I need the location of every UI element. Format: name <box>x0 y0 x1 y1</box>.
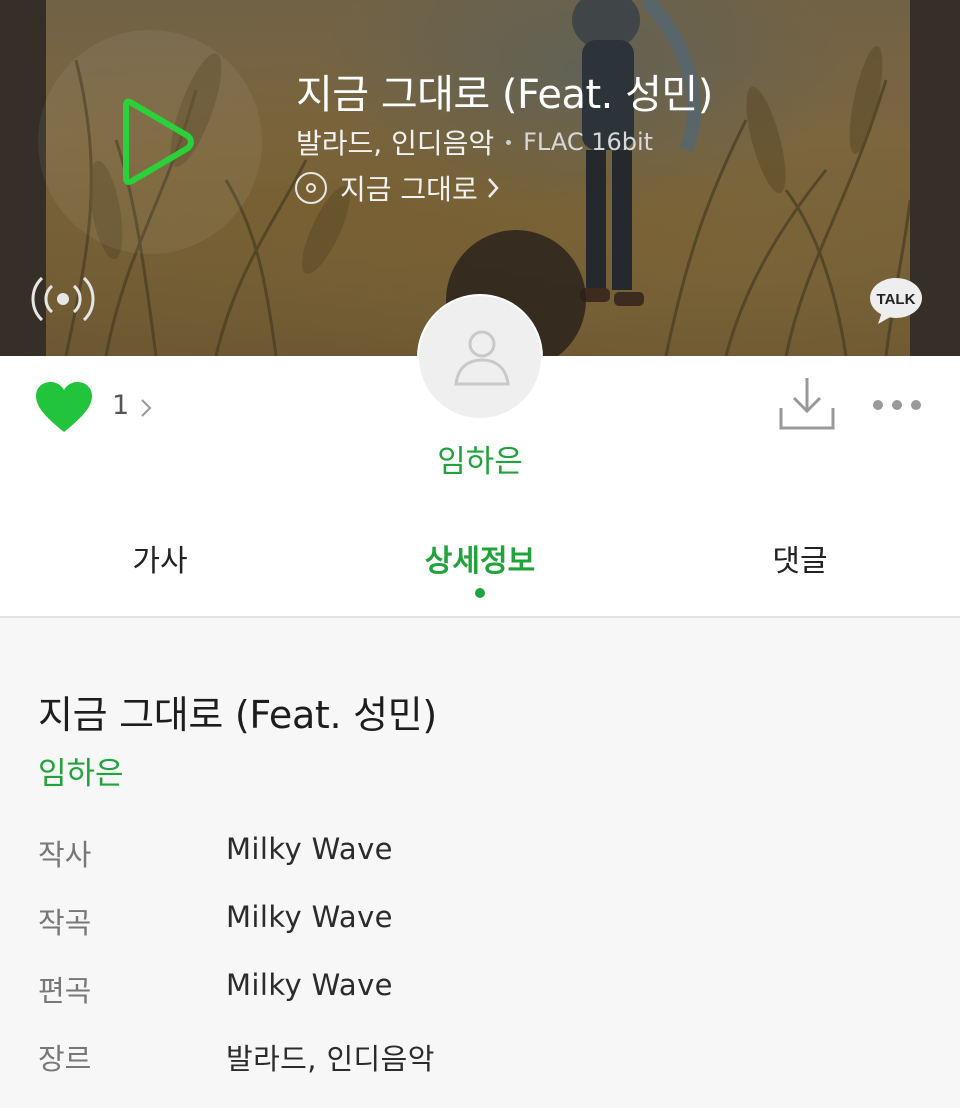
artist-name[interactable]: 임하은 <box>0 436 960 481</box>
broadcast-icon[interactable] <box>30 274 96 324</box>
tab-lyrics[interactable]: 가사 <box>0 536 320 580</box>
detail-tab-bar: 가사 상세정보 댓글 <box>0 530 960 618</box>
play-icon[interactable] <box>118 92 198 192</box>
person-icon <box>454 330 510 386</box>
active-tab-indicator <box>475 588 485 598</box>
audio-quality: FLAC 16bit <box>523 128 654 156</box>
credit-label: 편곡 <box>38 974 92 1008</box>
meta-separator <box>506 139 512 145</box>
like-count[interactable]: 1 <box>112 390 129 421</box>
tab-details[interactable]: 상세정보 <box>320 536 640 580</box>
heart-icon[interactable] <box>34 380 94 434</box>
tab-comments[interactable]: 댓글 <box>640 536 960 580</box>
song-meta: 발라드, 인디음악 FLAC 16bit <box>296 122 653 162</box>
song-genre: 발라드, 인디음악 <box>296 127 495 160</box>
credit-label: 작사 <box>38 838 92 872</box>
disc-icon <box>295 172 327 204</box>
song-title: 지금 그대로 (Feat. 성민) <box>296 72 713 118</box>
credit-value: Milky Wave <box>226 832 393 866</box>
kakao-talk-icon[interactable]: TALK <box>868 276 924 326</box>
song-detail-panel: 지금 그대로 (Feat. 성민) 임하은 작사 Milky Wave 작곡 M… <box>0 620 960 1108</box>
credit-label: 작곡 <box>38 906 92 940</box>
credit-row-arranger: 편곡 Milky Wave <box>38 968 918 1012</box>
credit-value: Milky Wave <box>226 968 393 1002</box>
album-link[interactable]: 지금 그대로 <box>294 168 500 208</box>
album-name: 지금 그대로 <box>340 173 478 206</box>
artist-avatar[interactable] <box>417 294 543 420</box>
credit-label: 장르 <box>38 1042 92 1076</box>
chevron-right-icon <box>487 178 499 198</box>
credit-value: Milky Wave <box>226 900 393 934</box>
credit-value: 발라드, 인디음악 <box>226 1042 435 1076</box>
download-icon[interactable] <box>778 376 836 432</box>
detail-artist-link[interactable]: 임하은 <box>38 748 124 793</box>
svg-text:TALK: TALK <box>877 291 916 308</box>
chevron-right-icon[interactable] <box>140 398 152 418</box>
detail-song-title: 지금 그대로 (Feat. 성민) <box>38 693 437 737</box>
credit-row-genre: 장르 발라드, 인디음악 <box>38 1036 918 1080</box>
credit-row-composer: 작곡 Milky Wave <box>38 900 918 944</box>
more-dots-icon[interactable] <box>870 398 924 412</box>
credit-row-lyricist: 작사 Milky Wave <box>38 832 918 876</box>
